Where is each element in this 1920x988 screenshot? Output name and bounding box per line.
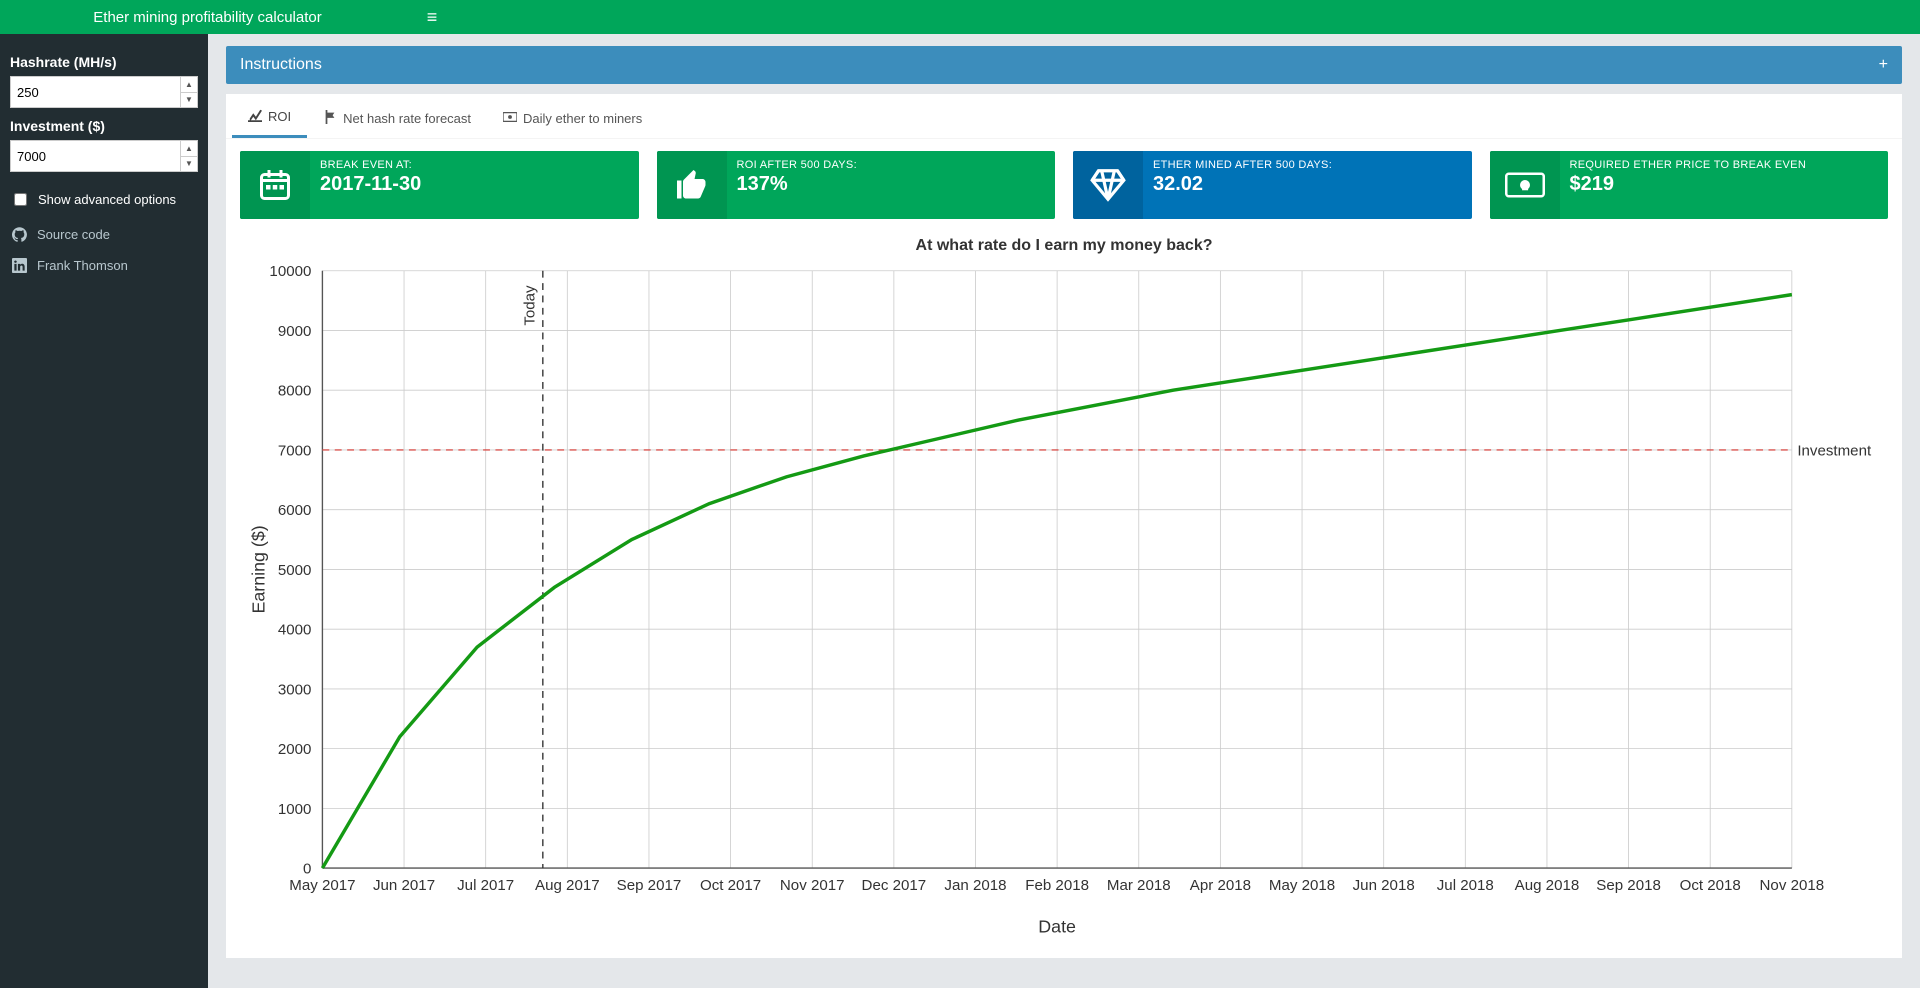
svg-text:Oct 2017: Oct 2017: [700, 877, 761, 894]
svg-text:0: 0: [303, 861, 311, 878]
svg-text:May 2018: May 2018: [1269, 877, 1335, 894]
svg-text:Jul 2017: Jul 2017: [457, 877, 514, 894]
kpi-calendar: BREAK EVEN AT:2017-11-30: [240, 151, 639, 219]
svg-text:1: 1: [1522, 182, 1526, 191]
svg-text:1000: 1000: [278, 801, 312, 818]
hashrate-stepper[interactable]: ▲▼: [180, 77, 197, 107]
chevron-down-icon[interactable]: ▼: [181, 157, 197, 172]
chevron-up-icon[interactable]: ▲: [181, 141, 197, 157]
advanced-options-checkbox[interactable]: [14, 193, 27, 206]
svg-text:Today: Today: [522, 285, 539, 326]
investment-stepper[interactable]: ▲▼: [180, 141, 197, 171]
tab-daily-ether-to-miners[interactable]: Daily ether to miners: [487, 98, 658, 138]
advanced-options-toggle[interactable]: Show advanced options: [10, 190, 198, 209]
calendar-icon: [240, 151, 310, 219]
investment-label: Investment ($): [10, 118, 198, 134]
svg-text:4000: 4000: [278, 622, 312, 639]
chart-svg: 0 1000 2000 3000 4000 5000 6000 7000 8000 9000 100…: [240, 257, 1888, 944]
nav-label: Source code: [37, 227, 110, 242]
sidebar-toggle[interactable]: ≡: [415, 7, 449, 28]
instructions-title: Instructions: [240, 56, 322, 74]
chart-title: At what rate do I earn my money back?: [240, 237, 1888, 255]
svg-text:Nov 2017: Nov 2017: [780, 877, 845, 894]
svg-text:Date: Date: [1038, 917, 1076, 937]
svg-text:8000: 8000: [278, 383, 312, 400]
topbar: Ether mining profitability calculator ≡: [0, 0, 1920, 34]
chevron-down-icon[interactable]: ▼: [181, 93, 197, 108]
sidebar: Hashrate (MH/s) ▲▼ Investment ($) ▲▼ Sho…: [0, 34, 208, 988]
svg-text:7000: 7000: [278, 442, 312, 459]
svg-text:Dec 2017: Dec 2017: [862, 877, 927, 894]
tab-roi[interactable]: ROI: [232, 98, 307, 138]
main: Instructions + ROINet hash rate forecast…: [208, 34, 1920, 988]
svg-text:Apr 2018: Apr 2018: [1190, 877, 1251, 894]
instructions-panel[interactable]: Instructions +: [226, 46, 1902, 84]
svg-text:Jan 2018: Jan 2018: [944, 877, 1006, 894]
thumbs-up-icon: [657, 151, 727, 219]
chart: At what rate do I earn my money back? 0 1…: [226, 223, 1902, 958]
svg-text:Aug 2018: Aug 2018: [1515, 877, 1580, 894]
tab-net-hash-rate-forecast[interactable]: Net hash rate forecast: [307, 98, 487, 138]
svg-text:6000: 6000: [278, 502, 312, 519]
chevron-up-icon[interactable]: ▲: [181, 77, 197, 93]
svg-text:Jul 2018: Jul 2018: [1437, 877, 1494, 894]
kpi-cash: 1REQUIRED ETHER PRICE TO BREAK EVEN$219: [1490, 151, 1889, 219]
svg-text:10000: 10000: [269, 263, 311, 280]
nav-source-code[interactable]: Source code: [10, 219, 198, 250]
svg-text:Oct 2018: Oct 2018: [1680, 877, 1741, 894]
svg-text:Investment: Investment: [1797, 442, 1872, 459]
svg-text:9000: 9000: [278, 323, 312, 340]
main-panel: ROINet hash rate forecastDaily ether to …: [226, 94, 1902, 958]
svg-text:May 2017: May 2017: [289, 877, 355, 894]
svg-text:Sep 2017: Sep 2017: [617, 877, 682, 894]
investment-input[interactable]: [10, 140, 198, 172]
svg-text:Feb 2018: Feb 2018: [1025, 877, 1089, 894]
svg-text:Mar 2018: Mar 2018: [1107, 877, 1171, 894]
flag-icon: [323, 110, 337, 127]
plus-icon[interactable]: +: [1879, 56, 1888, 74]
svg-text:Earning ($): Earning ($): [249, 525, 269, 613]
hashrate-input[interactable]: [10, 76, 198, 108]
cash-icon: 1: [1490, 151, 1560, 219]
svg-text:3000: 3000: [278, 681, 312, 698]
svg-text:Jun 2018: Jun 2018: [1353, 877, 1415, 894]
app-title: Ether mining profitability calculator: [0, 9, 415, 26]
diamond-icon: [1073, 151, 1143, 219]
nav-label: Frank Thomson: [37, 258, 128, 273]
hashrate-label: Hashrate (MH/s): [10, 54, 198, 70]
svg-text:Aug 2017: Aug 2017: [535, 877, 600, 894]
nav-linkedin[interactable]: Frank Thomson: [10, 250, 198, 281]
linkedin-icon: [12, 258, 27, 273]
svg-text:2000: 2000: [278, 741, 312, 758]
github-icon: [12, 227, 27, 242]
svg-text:Jun 2017: Jun 2017: [373, 877, 435, 894]
svg-text:5000: 5000: [278, 562, 312, 579]
svg-text:Nov 2018: Nov 2018: [1760, 877, 1825, 894]
svg-text:Sep 2018: Sep 2018: [1596, 877, 1661, 894]
kpi-thumbs-up: ROI AFTER 500 DAYS:137%: [657, 151, 1056, 219]
chart-line-icon: [248, 108, 262, 125]
kpi-diamond: ETHER MINED AFTER 500 DAYS:32.02: [1073, 151, 1472, 219]
advanced-options-label: Show advanced options: [38, 192, 176, 207]
money-icon: [503, 110, 517, 127]
